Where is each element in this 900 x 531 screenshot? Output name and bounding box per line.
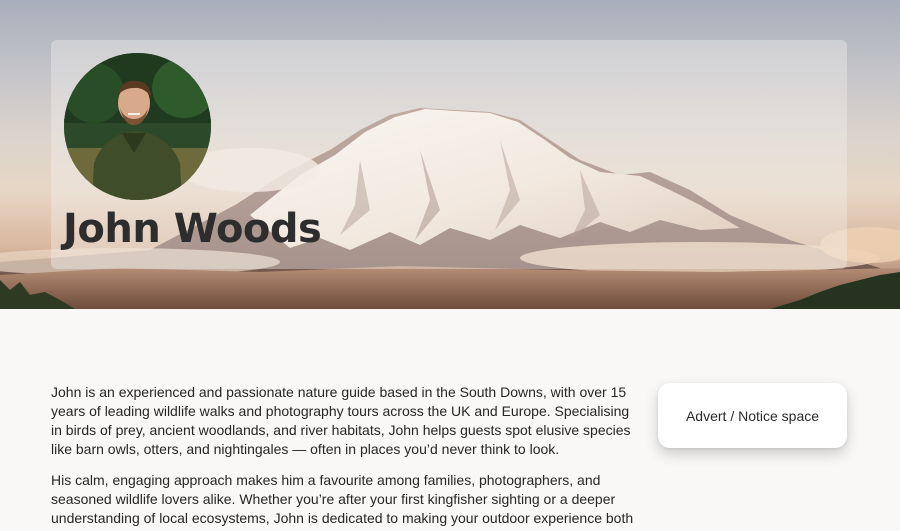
advert-notice-box[interactable]: Advert / Notice space [658, 383, 847, 448]
bio-paragraph: John is an experienced and passionate na… [51, 384, 631, 457]
profile-photo [64, 53, 211, 200]
avatar [64, 53, 211, 200]
bio-section: John is an experienced and passionate na… [51, 383, 641, 531]
bio-paragraph: His calm, engaging approach makes him a … [51, 472, 634, 526]
profile-name: John Woods [63, 206, 322, 252]
